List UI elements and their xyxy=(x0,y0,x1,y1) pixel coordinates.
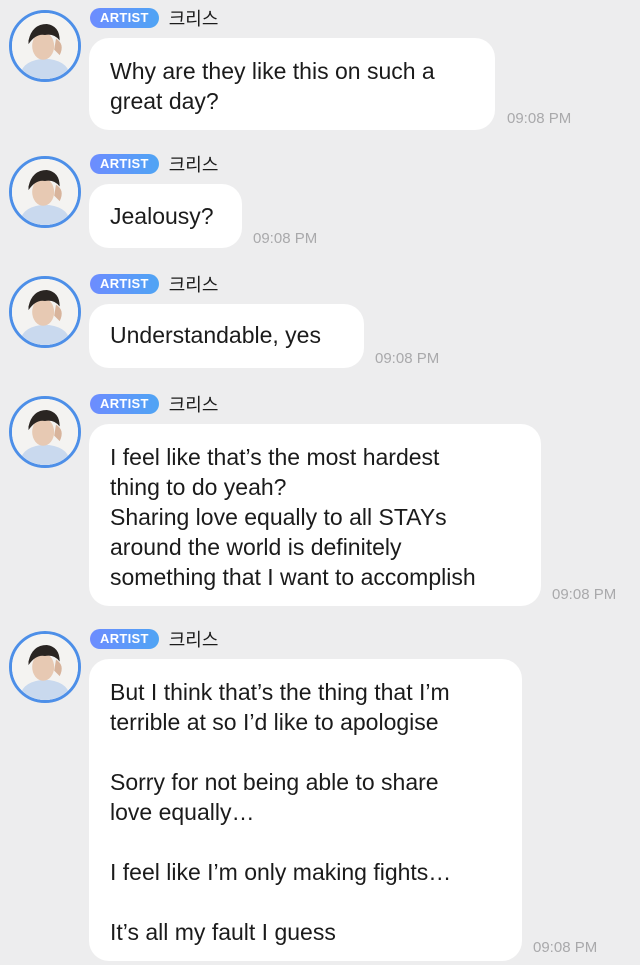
message-line: love equally… xyxy=(110,799,255,825)
avatar[interactable] xyxy=(9,396,81,468)
message-timestamp: 09:08 PM xyxy=(507,110,572,127)
message-header: ARTIST 크리스 xyxy=(90,628,219,651)
message-line: around the world is definitely xyxy=(110,534,402,560)
sender-name: 크리스 xyxy=(168,630,219,651)
message-header: ARTIST 크리스 xyxy=(90,273,219,296)
message-timestamp: 09:08 PM xyxy=(552,586,617,603)
message-header: ARTIST 크리스 xyxy=(90,393,219,416)
message-line: terrible at so I’d like to apologise xyxy=(110,709,439,735)
artist-avatar-image xyxy=(12,634,78,700)
message-timestamp: 09:08 PM xyxy=(375,350,440,367)
message-line: great day? xyxy=(110,88,219,114)
sender-name: 크리스 xyxy=(168,155,219,176)
artist-avatar-image xyxy=(12,279,78,345)
message-timestamp: 09:08 PM xyxy=(533,939,598,956)
message-line: Sorry for not being able to share xyxy=(110,769,439,795)
message-line: But I think that’s the thing that I’m xyxy=(110,679,450,705)
message-line: something that I want to accomplish xyxy=(110,564,476,590)
message-timestamp: 09:08 PM xyxy=(253,230,318,247)
message-line xyxy=(110,887,501,917)
message-line xyxy=(110,827,501,857)
sender-name: 크리스 xyxy=(168,275,219,296)
message-line: I feel like I’m only making fights… xyxy=(110,859,452,885)
avatar[interactable] xyxy=(9,10,81,82)
message-bubble[interactable]: Jealousy? xyxy=(89,184,242,248)
message-line: Sharing love equally to all STAYs xyxy=(110,504,447,530)
message-line: thing to do yeah? xyxy=(110,474,287,500)
sender-name: 크리스 xyxy=(168,395,219,416)
artist-badge: ARTIST xyxy=(90,274,159,294)
message-bubble[interactable]: Why are they like this on such a great d… xyxy=(89,38,495,130)
message-line: I feel like that’s the most hardest xyxy=(110,444,440,470)
message-line: It’s all my fault I guess xyxy=(110,919,336,945)
message-header: ARTIST 크리스 xyxy=(90,153,219,176)
message-header: ARTIST 크리스 xyxy=(90,7,219,30)
message-line: Understandable, yes xyxy=(110,322,321,348)
artist-badge: ARTIST xyxy=(90,8,159,28)
avatar[interactable] xyxy=(9,631,81,703)
message-line: Jealousy? xyxy=(110,203,214,229)
message-line: Why are they like this on such a xyxy=(110,58,435,84)
artist-badge: ARTIST xyxy=(90,154,159,174)
message-line xyxy=(110,737,501,767)
artist-avatar-image xyxy=(12,159,78,225)
avatar[interactable] xyxy=(9,156,81,228)
sender-name: 크리스 xyxy=(168,9,219,30)
artist-badge: ARTIST xyxy=(90,629,159,649)
avatar[interactable] xyxy=(9,276,81,348)
artist-avatar-image xyxy=(12,13,78,79)
message-bubble[interactable]: I feel like that’s the most hardest thin… xyxy=(89,424,541,606)
artist-avatar-image xyxy=(12,399,78,465)
message-bubble[interactable]: Understandable, yes xyxy=(89,304,364,368)
artist-badge: ARTIST xyxy=(90,394,159,414)
message-bubble[interactable]: But I think that’s the thing that I’m te… xyxy=(89,659,522,961)
